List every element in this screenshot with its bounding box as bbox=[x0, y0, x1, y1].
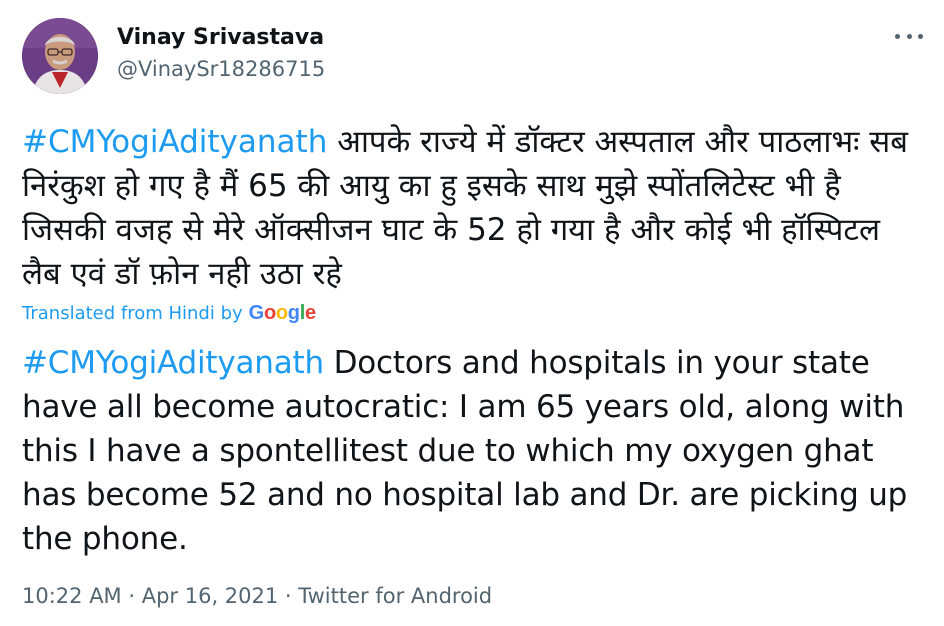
more-dot bbox=[906, 33, 912, 39]
hashtag-link[interactable]: #CMYogiAdityanath bbox=[22, 124, 327, 160]
tweet-translated-text: #CMYogiAdityanath Doctors and hospitals … bbox=[22, 341, 922, 561]
tweet-original-text: #CMYogiAdityanath आपके राज्ये में डॉक्टर… bbox=[22, 120, 922, 296]
translated-from-label[interactable]: Translated from Hindi by bbox=[22, 303, 243, 324]
avatar-photo-icon bbox=[22, 18, 98, 94]
display-name[interactable]: Vinay Srivastava bbox=[117, 25, 324, 50]
google-logo: Google bbox=[248, 302, 316, 324]
more-dot bbox=[895, 33, 900, 39]
translation-attribution: Translated from Hindi by Google bbox=[22, 302, 316, 325]
tweet-card: Vinay Srivastava @VinaySr18286715 #CMYog… bbox=[0, 0, 944, 626]
tweet-time-link[interactable]: 10:22 AM bbox=[22, 584, 122, 608]
more-options-icon[interactable] bbox=[895, 26, 923, 46]
tweet-meta: 10:22 AM · Apr 16, 2021 · Twitter for An… bbox=[22, 584, 492, 608]
meta-separator: · bbox=[121, 584, 142, 608]
avatar[interactable] bbox=[22, 18, 98, 94]
tweet-date-link[interactable]: Apr 16, 2021 bbox=[142, 584, 279, 608]
meta-separator: · bbox=[278, 584, 299, 608]
tweet-source-link[interactable]: Twitter for Android bbox=[298, 584, 492, 608]
more-dot bbox=[918, 33, 923, 39]
user-handle[interactable]: @VinaySr18286715 bbox=[117, 57, 325, 81]
translated-hashtag-link[interactable]: #CMYogiAdityanath bbox=[22, 345, 324, 381]
